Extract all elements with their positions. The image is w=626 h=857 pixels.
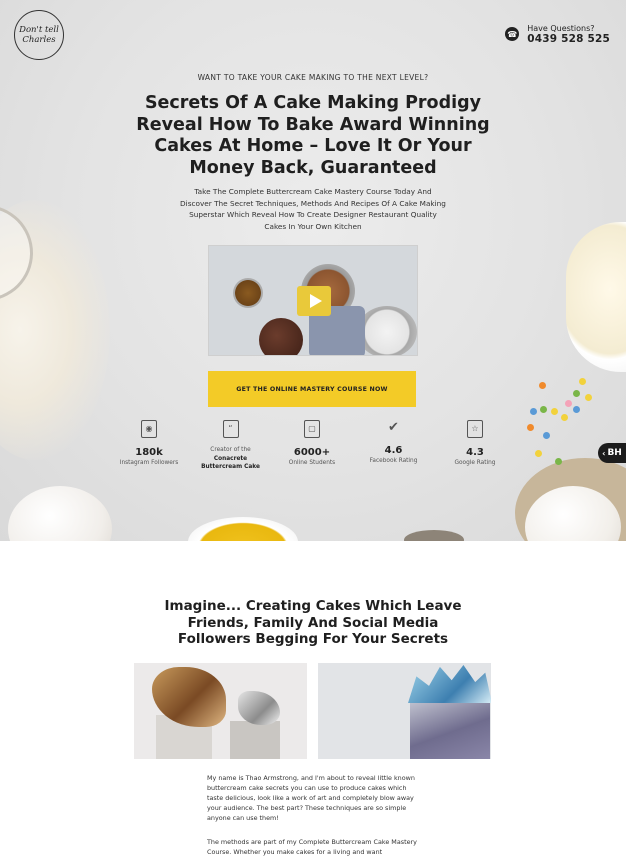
stat-value: 180k <box>135 447 163 458</box>
get-course-button[interactable]: GET THE ONLINE MASTERY COURSE NOW <box>208 371 416 407</box>
stat-label: Creator of the <box>210 447 251 453</box>
video-thumbnail-cake <box>259 318 303 355</box>
thumbs-up-icon: ✔ <box>388 420 399 435</box>
imagine-section: Imagine... Creating Cakes Which Leave Fr… <box>0 541 626 856</box>
video-player[interactable] <box>208 245 418 356</box>
silver-sculpture <box>238 691 280 725</box>
phone-number-link[interactable]: 0439 528 525 <box>527 34 610 45</box>
body-paragraph: My name is Thao Armstrong, and I'm about… <box>207 774 415 822</box>
play-button[interactable] <box>297 286 331 316</box>
logo[interactable]: Don't tell Charles <box>14 10 64 60</box>
video-thumbnail-bowl <box>233 278 263 308</box>
cake-image-bronze <box>134 663 307 759</box>
stat-label: Facebook Rating <box>369 458 418 464</box>
stat-facebook: ✔ 4.6 Facebook Rating <box>361 420 427 472</box>
section-title: Imagine... Creating Cakes Which Leave Fr… <box>164 598 462 647</box>
stat-students: ▢ 6000+ Online Students <box>279 420 345 472</box>
stat-value: 4.3 <box>466 447 484 458</box>
video-thumbnail-bowl <box>357 306 417 355</box>
stat-value: 4.6 <box>384 445 403 456</box>
subheadline: Take The Complete Buttercream Cake Maste… <box>180 187 446 231</box>
instagram-icon: ◉ <box>141 420 157 438</box>
yellow-bowl-decoration <box>188 517 298 541</box>
egg-decoration <box>8 486 112 541</box>
hero-section: Don't tell Charles ☎ Have Questions? 043… <box>0 0 626 541</box>
sprinkles-decoration <box>525 378 595 468</box>
crystal-topping <box>408 665 491 703</box>
stat-label-bold: Conacrete Buttercream Cake <box>201 455 260 471</box>
cake-pedestal <box>230 721 280 759</box>
stat-label: Google Rating <box>454 460 496 466</box>
page-headline: Secrets Of A Cake Making Prodigy Reveal … <box>136 93 490 178</box>
stat-label: Instagram Followers <box>119 460 179 466</box>
body-paragraph: The methods are part of my Complete Butt… <box>207 838 417 856</box>
google-icon: ☆ <box>467 420 483 438</box>
stat-google: ☆ 4.3 Google Rating <box>442 420 508 472</box>
cake-image-crystal <box>318 663 491 759</box>
play-icon <box>309 294 322 308</box>
laptop-icon: ▢ <box>304 420 320 438</box>
stats-row: ◉ 180k Instagram Followers “ Creator of … <box>116 420 508 472</box>
contact-block: ☎ Have Questions? 0439 528 525 <box>505 24 610 44</box>
pan-decoration <box>404 530 464 541</box>
phone-icon: ☎ <box>505 27 520 41</box>
milk-pitcher-decoration <box>566 222 626 372</box>
stat-value: 6000+ <box>293 447 331 458</box>
stat-creator: “ Creator of the Conacrete Buttercream C… <box>198 420 264 472</box>
stat-instagram: ◉ 180k Instagram Followers <box>116 420 182 472</box>
cake-body <box>410 697 490 759</box>
chat-bubble-icon: “ <box>222 420 239 438</box>
chevron-left-icon: ‹ <box>602 448 606 458</box>
kicker-text: WANT TO TAKE YOUR CAKE MAKING TO THE NEX… <box>197 73 429 82</box>
logo-text: Don't tell Charles <box>19 25 59 45</box>
floating-badge[interactable]: ‹ BH <box>598 443 626 463</box>
badge-label: BH <box>607 448 622 458</box>
stat-label: Online Students <box>288 460 336 466</box>
